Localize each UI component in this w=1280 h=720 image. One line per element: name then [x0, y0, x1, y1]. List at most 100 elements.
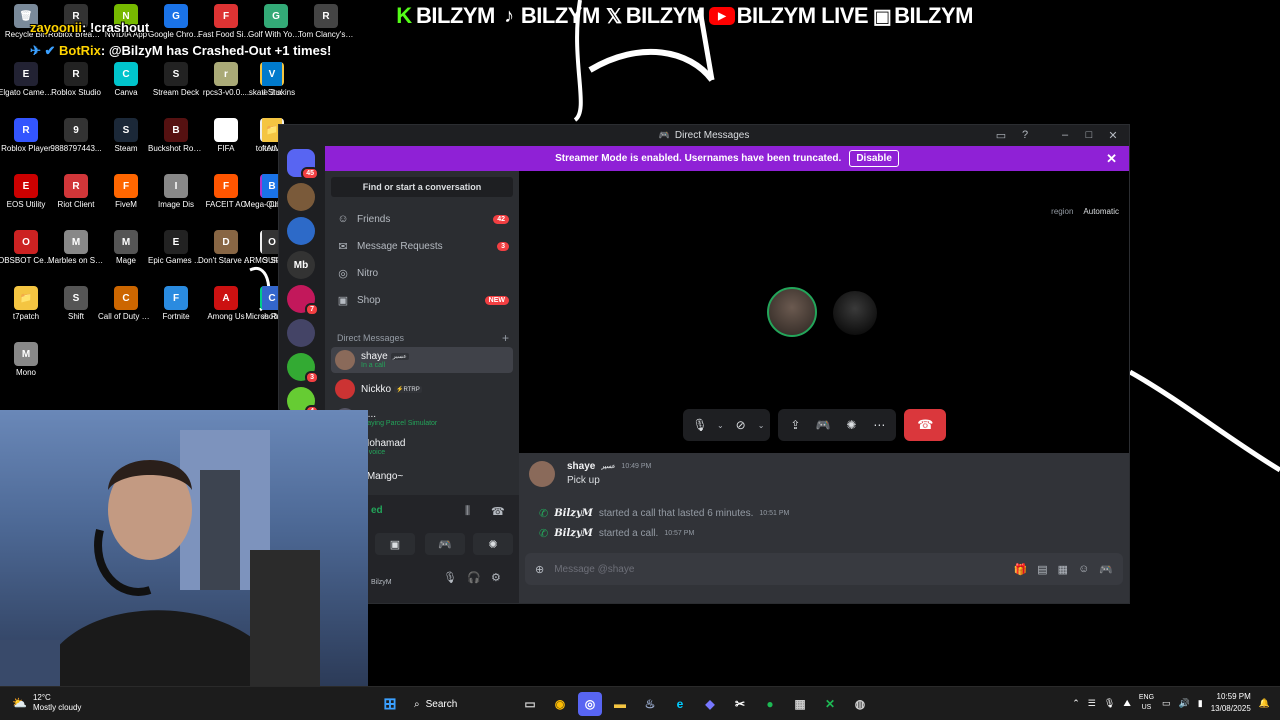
desktop-icon[interactable]: G Google Chrome — [148, 4, 204, 40]
chrome-icon[interactable]: ◉ — [548, 692, 572, 716]
search-box[interactable]: ⌕ Search — [408, 692, 512, 716]
chevron-down-icon[interactable]: ⌄ — [758, 421, 765, 430]
emoji-icon[interactable]: ☺ — [1078, 563, 1089, 575]
desktop-icon[interactable]: S Steam — [100, 118, 152, 154]
soundboard-button[interactable]: ✺ — [473, 533, 513, 555]
settings-icon[interactable]: ⚙ — [491, 571, 501, 584]
self-avatar[interactable] — [833, 291, 877, 335]
desktop-icon[interactable]: C Canva — [100, 62, 152, 98]
mic-icon[interactable]: 🎙 — [1104, 698, 1115, 709]
server-icon[interactable] — [287, 319, 315, 347]
visual-studio-icon[interactable]: ◆ — [698, 692, 722, 716]
nav-item-message-requests[interactable]: ✉ Message Requests 3 — [331, 234, 513, 258]
desktop-icon[interactable]: I Image Dis — [150, 174, 202, 210]
nav-item-friends[interactable]: ☺ Friends 42 — [331, 207, 513, 231]
desktop-icon[interactable]: R Roblox Player — [0, 118, 52, 154]
desktop-icon[interactable]: S Shift — [50, 286, 102, 322]
apps-icon[interactable]: 🎮 — [1099, 563, 1113, 576]
desktop-icon[interactable]: F Fortnite — [150, 286, 202, 322]
server-icon[interactable]: Mb — [287, 251, 315, 279]
server-icon[interactable] — [287, 183, 315, 211]
capcut-icon[interactable]: ✂ — [728, 692, 752, 716]
desktop-icon[interactable]: E EOS Utility — [0, 174, 52, 210]
task-view-icon[interactable]: ▭ — [518, 692, 542, 716]
minimize-button[interactable]: – — [1053, 125, 1077, 145]
steam-icon[interactable]: ♨ — [638, 692, 662, 716]
desktop-icon[interactable]: R Riot Client — [50, 174, 102, 210]
chevron-up-icon[interactable]: ⌃ — [1072, 698, 1080, 709]
caller-name[interactable]: BilzyM — [554, 508, 593, 519]
message-input[interactable]: Message @shaye — [554, 564, 1003, 575]
desktop-icon[interactable]: S Stream Deck — [150, 62, 202, 98]
mic-icon[interactable]: 🎙 — [443, 571, 457, 584]
notification-icon[interactable]: 🔔 — [1259, 698, 1270, 709]
maximize-button[interactable]: □ — [1077, 125, 1101, 145]
avatar[interactable] — [529, 461, 555, 487]
desktop-icon[interactable]: E Elgato Camera Hub — [0, 62, 54, 98]
desktop-icon[interactable]: 📁 t7patch — [0, 286, 52, 322]
camera-button[interactable]: ▣ — [375, 533, 415, 555]
dm-item[interactable]: shaye عسير In a call — [331, 347, 513, 373]
chevron-down-icon[interactable]: ⌄ — [717, 421, 724, 430]
desktop-icon[interactable]: R Roblox Studio — [50, 62, 102, 98]
store-icon[interactable]: ▦ — [788, 692, 812, 716]
nav-item-nitro[interactable]: ◎ Nitro — [331, 261, 513, 285]
server-icon[interactable] — [287, 217, 315, 245]
disable-button[interactable]: Disable — [849, 150, 899, 167]
help-icon[interactable]: ? — [1013, 125, 1037, 145]
home-icon[interactable]: 45 — [287, 149, 319, 180]
desktop-icon[interactable]: M Mono — [0, 342, 52, 378]
network-icon[interactable]: ▭ — [1162, 698, 1171, 709]
desktop-icon[interactable]: F FiveM — [100, 174, 152, 210]
obs-icon[interactable]: ◍ — [848, 692, 872, 716]
edge-icon[interactable]: e — [668, 692, 692, 716]
region-selector[interactable]: region Automatic — [1051, 207, 1119, 216]
add-attachment-icon[interactable]: ⊕ — [535, 563, 544, 576]
activity-button[interactable]: 🎮 — [425, 533, 465, 555]
desktop-icon[interactable]: E Epic Games Launcher — [148, 230, 204, 266]
camera-off-icon[interactable]: ⊘ — [730, 414, 752, 436]
more-icon[interactable]: ⋯ — [868, 414, 890, 436]
battery-icon[interactable]: ▮ — [1198, 698, 1203, 709]
tray-app-icon[interactable]: ☰ — [1088, 698, 1096, 709]
find-conversation-button[interactable]: Find or start a conversation — [331, 177, 513, 197]
message-composer[interactable]: ⊕ Message @shaye 🎁 ▤ ▦ ☺ 🎮 — [525, 553, 1123, 585]
screen-share-icon[interactable]: ⇪ — [784, 414, 806, 436]
language-indicator[interactable]: ENG US — [1139, 693, 1154, 713]
author-name[interactable]: shaye — [567, 461, 595, 472]
spotify-icon[interactable]: ● — [758, 692, 782, 716]
disconnect-icon[interactable]: ☎ — [491, 505, 505, 518]
desktop-icon[interactable]: V Visual Studio Code — [262, 62, 282, 98]
desktop-icon[interactable]: M Mage — [100, 230, 152, 266]
desktop-icon[interactable]: G Golf With Your Friends — [248, 4, 304, 40]
window-titlebar[interactable]: 🎮 Direct Messages ▭ ? – □ ✕ — [279, 125, 1129, 145]
weather-widget[interactable]: ⛅ 12°C Mostly cloudy — [12, 693, 81, 713]
gift-icon[interactable]: 🎁 — [1014, 563, 1028, 576]
nav-item-shop[interactable]: ▣ Shop NEW — [331, 288, 513, 312]
activity-icon[interactable]: 🎮 — [812, 414, 834, 436]
desktop-icon[interactable]: O OBSBOT Center — [0, 230, 54, 266]
gif-icon[interactable]: ▤ — [1037, 563, 1047, 576]
tray-icon[interactable]: ⛰ — [1123, 698, 1131, 709]
file-explorer-icon[interactable]: ▬ — [608, 692, 632, 716]
sticker-icon[interactable]: ▦ — [1058, 563, 1068, 576]
desktop-icon[interactable]: C Call of Duty Black Ops III — [98, 286, 154, 322]
xbox-icon[interactable]: ✕ — [818, 692, 842, 716]
inbox-icon[interactable]: ▭ — [989, 125, 1013, 145]
desktop-icon[interactable]: M Marbles on Stream — [48, 230, 104, 266]
headphones-icon[interactable]: 🎧 — [467, 571, 481, 584]
volume-icon[interactable]: 🔊 — [1179, 698, 1190, 709]
dm-item[interactable]: Nickko ⚡RTRP — [331, 376, 513, 402]
mic-icon[interactable]: 🎙 — [689, 414, 711, 436]
desktop-icon[interactable]: R Tom Clancy's Rainbow Si... — [298, 4, 354, 40]
server-icon[interactable]: 3 — [287, 353, 319, 384]
desktop-icon[interactable]: F Fast Food Simulator — [198, 4, 254, 40]
desktop-icon[interactable]: 9 9888797443... — [50, 118, 102, 154]
desktop-icon[interactable]: B Buckshot Roulette — [148, 118, 204, 154]
start-button[interactable]: ⊞ — [378, 692, 402, 716]
noise-suppression-icon[interactable]: ⫼ — [465, 505, 470, 518]
discord-icon[interactable]: ◎ — [578, 692, 602, 716]
create-dm-icon[interactable]: + — [502, 331, 509, 345]
end-call-button[interactable]: ☎ — [904, 409, 947, 441]
caller-avatar[interactable] — [767, 287, 817, 337]
